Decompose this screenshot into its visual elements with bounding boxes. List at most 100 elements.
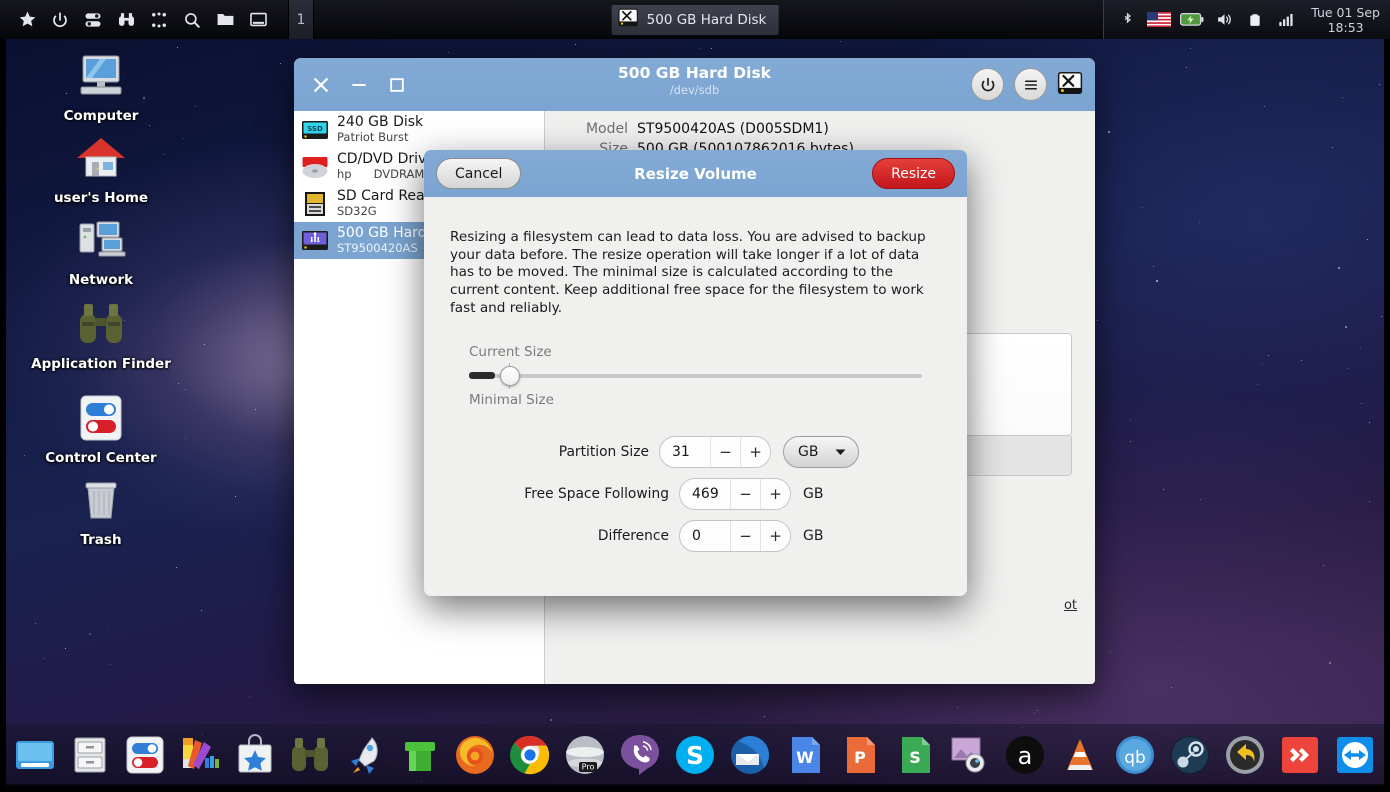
disk-list-item-ssd[interactable]: SSD 240 GB Disk Patriot Burst xyxy=(294,111,544,148)
dock-item-software-store[interactable] xyxy=(232,732,278,778)
free-space-unit: GB xyxy=(803,486,824,503)
dock-item-amazon[interactable]: a xyxy=(1002,732,1048,778)
bluetooth-icon[interactable] xyxy=(1116,9,1138,31)
mount-point-link[interactable]: ot xyxy=(1064,598,1077,613)
taskbar-window-button[interactable]: 500 GB Hard Disk xyxy=(611,4,779,35)
trash-icon xyxy=(73,472,129,528)
dock-item-restore[interactable] xyxy=(1222,732,1268,778)
top-panel: 1 500 GB Hard Disk Tue 01 Sep 18:53 xyxy=(0,0,1390,39)
clipboard-icon[interactable] xyxy=(1244,9,1266,31)
dock-item-file-cabinet[interactable] xyxy=(67,732,113,778)
dock-item-opera[interactable]: Pro xyxy=(562,732,608,778)
clock[interactable]: Tue 01 Sep 18:53 xyxy=(1311,5,1380,35)
svg-text:W: W xyxy=(796,748,814,767)
folder-icon[interactable] xyxy=(214,9,236,31)
network-icon xyxy=(73,212,129,268)
disk-utility-icon[interactable] xyxy=(1057,70,1083,100)
battery-icon[interactable] xyxy=(1180,9,1204,31)
chevron-down-icon xyxy=(835,444,846,460)
dock-item-control-center[interactable] xyxy=(122,732,168,778)
desktop-icon-application-finder[interactable]: Application Finder xyxy=(31,296,171,372)
field-label: Free Space Following xyxy=(524,486,669,503)
cancel-button[interactable]: Cancel xyxy=(436,158,522,189)
desktop-icon-label: Network xyxy=(68,272,134,288)
desktop-icon-label: Trash xyxy=(80,532,122,548)
size-slider[interactable] xyxy=(469,363,922,390)
partition-size-increment-button[interactable]: + xyxy=(740,437,770,468)
difference-input[interactable]: 0 xyxy=(680,521,730,551)
taskbar-window-title: 500 GB Hard Disk xyxy=(646,11,767,28)
desktop-icon-computer[interactable]: Computer xyxy=(31,48,171,124)
optical-drive-icon xyxy=(300,152,330,182)
network-signal-icon[interactable] xyxy=(1275,9,1297,31)
dialog-header: Cancel Resize Volume Resize xyxy=(424,150,967,197)
dock-item-image-viewer[interactable] xyxy=(947,732,993,778)
dock-item-pipe[interactable] xyxy=(397,732,443,778)
dock-item-viber[interactable] xyxy=(617,732,663,778)
power-button[interactable] xyxy=(971,68,1004,101)
binoculars-icon[interactable] xyxy=(115,9,137,31)
power-icon[interactable] xyxy=(49,9,71,31)
minimize-icon[interactable] xyxy=(348,74,370,96)
desktop-icon-label: user's Home xyxy=(53,190,149,206)
size-slider-area: Current Size Minimal Size xyxy=(448,344,943,408)
hamburger-menu-button[interactable] xyxy=(1014,68,1047,101)
resize-button[interactable]: Resize xyxy=(872,158,955,189)
field-difference: Difference 0 − + GB xyxy=(448,520,859,553)
free-space-decrement-button[interactable]: − xyxy=(730,479,760,510)
close-icon[interactable] xyxy=(310,74,332,96)
slider-handle[interactable] xyxy=(500,366,520,387)
svg-text:S: S xyxy=(909,748,921,767)
dock-item-sheets[interactable]: S xyxy=(892,732,938,778)
dock-item-app-finder[interactable] xyxy=(287,732,333,778)
desktop-icon-label: Computer xyxy=(63,108,139,124)
partition-size-decrement-button[interactable]: − xyxy=(710,437,740,468)
control-center-icon xyxy=(73,390,129,446)
dock-item-word[interactable]: W xyxy=(782,732,828,778)
desktop-icon-label: Application Finder xyxy=(31,356,171,372)
star-icon[interactable] xyxy=(16,9,38,31)
partition-size-input[interactable]: 31 xyxy=(660,437,710,467)
dock-item-teamviewer[interactable] xyxy=(1332,732,1378,778)
partition-size-stepper[interactable]: 31 − + xyxy=(659,436,771,469)
detail-value: ST9500420AS (D005SDM1) xyxy=(637,121,829,137)
dock-item-thunderbird[interactable] xyxy=(727,732,773,778)
difference-unit: GB xyxy=(803,528,824,545)
window-titlebar[interactable]: 500 GB Hard Disk /dev/sdb xyxy=(294,58,1095,111)
difference-stepper[interactable]: 0 − + xyxy=(679,520,791,553)
dock-item-firefox[interactable] xyxy=(452,732,498,778)
settings-toggle-icon[interactable] xyxy=(82,9,104,31)
dock-item-steam[interactable] xyxy=(1167,732,1213,778)
window-icon[interactable] xyxy=(247,9,269,31)
maximize-icon[interactable] xyxy=(386,74,408,96)
unit-select[interactable]: GB xyxy=(783,436,859,469)
dock-item-skype[interactable]: S xyxy=(672,732,718,778)
free-space-stepper[interactable]: 469 − + xyxy=(679,478,791,511)
field-label: Difference xyxy=(597,528,669,545)
dock-item-anydesk[interactable] xyxy=(1277,732,1323,778)
dock-item-qbittorrent[interactable]: qb xyxy=(1112,732,1158,778)
dock-item-chrome[interactable] xyxy=(507,732,553,778)
disk-subtitle: Patriot Burst xyxy=(337,129,409,144)
desktop-icon-control-center[interactable]: Control Center xyxy=(31,390,171,466)
desktop-icon-network[interactable]: Network xyxy=(31,212,171,288)
difference-decrement-button[interactable]: − xyxy=(730,521,760,552)
app-grid-icon[interactable] xyxy=(148,9,170,31)
system-tray: Tue 01 Sep 18:53 xyxy=(1103,0,1390,39)
dock-item-app-dots[interactable] xyxy=(0,732,3,778)
free-space-increment-button[interactable]: + xyxy=(760,479,790,510)
detail-row-model: Model ST9500420AS (D005SDM1) xyxy=(545,121,1095,137)
dock-item-launcher[interactable] xyxy=(342,732,388,778)
workspace-indicator[interactable]: 1 xyxy=(288,0,314,39)
dock-item-powerpoint[interactable]: P xyxy=(837,732,883,778)
keyboard-layout-flag-icon[interactable] xyxy=(1147,9,1172,31)
dock-item-window-manager[interactable] xyxy=(12,732,58,778)
search-icon[interactable] xyxy=(181,9,203,31)
desktop-icon-trash[interactable]: Trash xyxy=(31,472,171,548)
volume-icon[interactable] xyxy=(1213,9,1235,31)
difference-increment-button[interactable]: + xyxy=(760,521,790,552)
dock-item-palette[interactable] xyxy=(177,732,223,778)
free-space-input[interactable]: 469 xyxy=(680,479,730,509)
dock-item-vlc[interactable] xyxy=(1057,732,1103,778)
desktop-icon-home[interactable]: user's Home xyxy=(31,130,171,206)
